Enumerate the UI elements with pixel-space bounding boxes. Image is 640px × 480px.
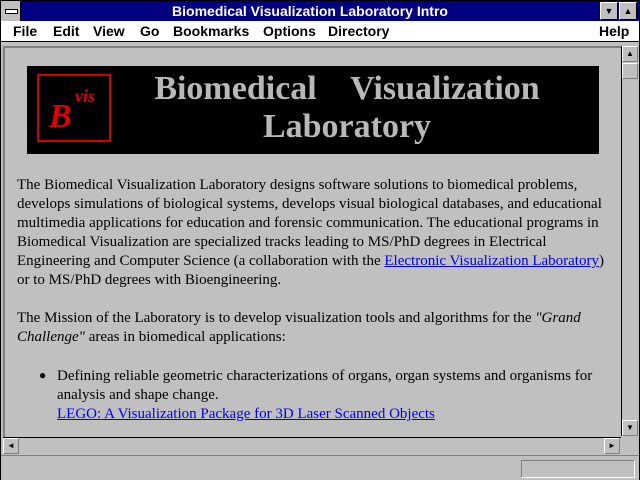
page-content: B vis Biomedical Visualization Laborator…: [3, 46, 622, 438]
scroll-up-button[interactable]: ▲: [622, 46, 638, 62]
maximize-button[interactable]: ▲: [619, 2, 637, 20]
status-bar: [1, 455, 639, 480]
browser-window: Biomedical Visualization Laboratory Intr…: [0, 0, 640, 480]
list-item-text: Defining reliable geometric characteriza…: [57, 368, 593, 403]
banner-title: Biomedical Visualization Laboratory: [127, 70, 567, 146]
scroll-left-button[interactable]: ◄: [3, 438, 19, 454]
window-title: Biomedical Visualization Laboratory Intr…: [172, 3, 448, 19]
title-bar: Biomedical Visualization Laboratory Intr…: [1, 1, 639, 21]
scroll-down-button[interactable]: ▼: [622, 420, 638, 436]
logo-superscript: vis: [75, 86, 95, 106]
vertical-scrollbar[interactable]: ▲ ▼: [621, 46, 639, 436]
menu-options[interactable]: Options: [263, 23, 316, 39]
banner-title-line2: Laboratory: [262, 108, 432, 145]
logo-letter: B: [49, 98, 72, 135]
mission-text: The Mission of the Laboratory is to deve…: [17, 310, 536, 326]
bvis-logo: B vis: [37, 74, 111, 142]
bullet-icon: ●: [39, 368, 47, 382]
progress-box: [521, 460, 635, 478]
menu-help[interactable]: Help: [599, 23, 629, 39]
menu-bookmarks[interactable]: Bookmarks: [173, 23, 249, 39]
lego-link[interactable]: LEGO: A Visualization Package for 3D Las…: [57, 406, 435, 422]
evl-link[interactable]: Electronic Visualization Laboratory: [384, 253, 599, 269]
intro-paragraph: The Biomedical Visualization Laboratory …: [17, 176, 607, 290]
menu-bar: File Edit View Go Bookmarks Options Dire…: [1, 21, 639, 42]
banner-title-line1: Biomedical Visualization: [154, 70, 540, 107]
minimize-button[interactable]: ▼: [600, 2, 618, 20]
mission-paragraph: The Mission of the Laboratory is to deve…: [17, 309, 607, 347]
menu-file[interactable]: File: [13, 23, 37, 39]
scroll-right-button[interactable]: ►: [604, 438, 620, 454]
scroll-thumb[interactable]: [622, 63, 638, 79]
horizontal-scrollbar[interactable]: ◄ ►: [3, 437, 621, 454]
menu-directory[interactable]: Directory: [328, 23, 389, 39]
menu-edit[interactable]: Edit: [53, 23, 79, 39]
mission-text-end: areas in biomedical applications:: [84, 329, 286, 345]
menu-view[interactable]: View: [93, 23, 125, 39]
system-menu-button[interactable]: [1, 1, 21, 21]
menu-go[interactable]: Go: [140, 23, 159, 39]
list-item: Defining reliable geometric characteriza…: [57, 367, 597, 424]
lab-banner: B vis Biomedical Visualization Laborator…: [27, 66, 599, 154]
